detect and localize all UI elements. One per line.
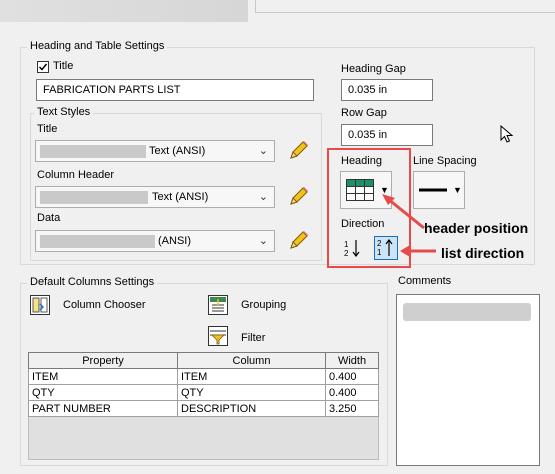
grouping-button[interactable]: Grouping [208, 293, 318, 317]
table-cell[interactable]: PART NUMBER [28, 400, 178, 417]
combo-value: (ANSI) [158, 235, 191, 247]
mouse-pointer-icon [500, 125, 514, 143]
table-row[interactable]: ITEM ITEM 0.400 [28, 368, 379, 385]
column-header-style-label: Column Header [37, 169, 115, 181]
table-cell[interactable]: 0.400 [325, 384, 379, 401]
row-gap-field[interactable]: 0.035 in [341, 124, 433, 146]
annotation-arrow-header [382, 194, 425, 230]
title-style-combo[interactable]: Text (ANSI) ⌄ [35, 140, 275, 162]
table-header-row: Property Column Width [28, 352, 379, 369]
blurred-text [40, 145, 146, 158]
table-cell[interactable]: 3.250 [325, 400, 379, 417]
top-tab-strip [0, 0, 555, 22]
table-cell[interactable]: QTY [28, 384, 178, 401]
column-chooser-label: Column Chooser [63, 299, 146, 311]
table-row[interactable]: QTY QTY 0.400 [28, 384, 379, 401]
checkmark-icon [38, 63, 48, 71]
heading-gap-field[interactable]: 0.035 in [341, 79, 433, 101]
tab-separator-line [255, 12, 555, 13]
data-style-edit-button[interactable] [287, 228, 311, 252]
group-title: Default Columns Settings [27, 276, 158, 288]
title-checkbox[interactable] [37, 61, 49, 73]
column-header-style-combo[interactable]: Text (ANSI) ⌄ [35, 186, 275, 208]
heading-gap-label: Heading Gap [341, 63, 406, 75]
table-cell[interactable]: ITEM [28, 368, 178, 385]
chevron-down-icon: ⌄ [258, 191, 268, 203]
table-cell[interactable]: DESCRIPTION [177, 400, 326, 417]
blurred-text [40, 235, 155, 248]
columns-table: Property Column Width ITEM ITEM 0.400 QT… [28, 352, 379, 417]
blurred-comment-text [403, 303, 531, 321]
title-style-edit-button[interactable] [287, 138, 311, 162]
tab-divider [255, 0, 256, 12]
column-chooser-icon [30, 295, 50, 315]
chevron-down-icon: ⌄ [258, 235, 268, 247]
list-direction-annotation: list direction [441, 245, 525, 261]
grouping-icon [208, 295, 228, 315]
pencil-icon [290, 231, 308, 249]
table-row[interactable]: PART NUMBER DESCRIPTION 3.250 [28, 400, 379, 417]
data-style-combo[interactable]: (ANSI) ⌄ [35, 230, 275, 252]
grouping-label: Grouping [241, 299, 287, 311]
chevron-down-icon: ⌄ [258, 145, 268, 157]
title-style-label: Title [37, 123, 58, 135]
table-header-cell[interactable]: Width [325, 352, 379, 369]
pencil-icon [290, 141, 308, 159]
data-style-label: Data [37, 212, 61, 224]
header-position-annotation: header position [424, 220, 529, 236]
comments-label: Comments [398, 275, 452, 287]
row-gap-label: Row Gap [341, 107, 387, 119]
table-cell[interactable]: ITEM [177, 368, 326, 385]
group-title: Text Styles [34, 106, 94, 118]
dropdown-arrow-icon: ▼ [453, 185, 462, 195]
group-title: Heading and Table Settings [27, 40, 168, 52]
blurred-text [40, 191, 148, 204]
filter-label: Filter [241, 332, 266, 344]
title-checkbox-label: Title [53, 60, 74, 72]
combo-value: Text (ANSI) [152, 191, 209, 203]
filter-button[interactable]: Filter [208, 324, 318, 348]
combo-value: Text (ANSI) [149, 145, 206, 157]
line-spacing-label: Line Spacing [413, 155, 477, 167]
column-header-style-edit-button[interactable] [287, 184, 311, 208]
title-text-field[interactable]: FABRICATION PARTS LIST [36, 79, 314, 101]
annotation-arrow-direction [400, 245, 436, 257]
pencil-icon [290, 187, 308, 205]
filter-icon [208, 326, 228, 346]
comments-textarea[interactable] [396, 294, 540, 466]
table-header-cell[interactable]: Property [28, 352, 178, 369]
table-cell[interactable]: QTY [177, 384, 326, 401]
table-header-cell[interactable]: Column [177, 352, 326, 369]
table-cell[interactable]: 0.400 [325, 368, 379, 385]
blurred-tab [0, 0, 248, 22]
column-chooser-button[interactable]: Column Chooser [30, 293, 160, 317]
